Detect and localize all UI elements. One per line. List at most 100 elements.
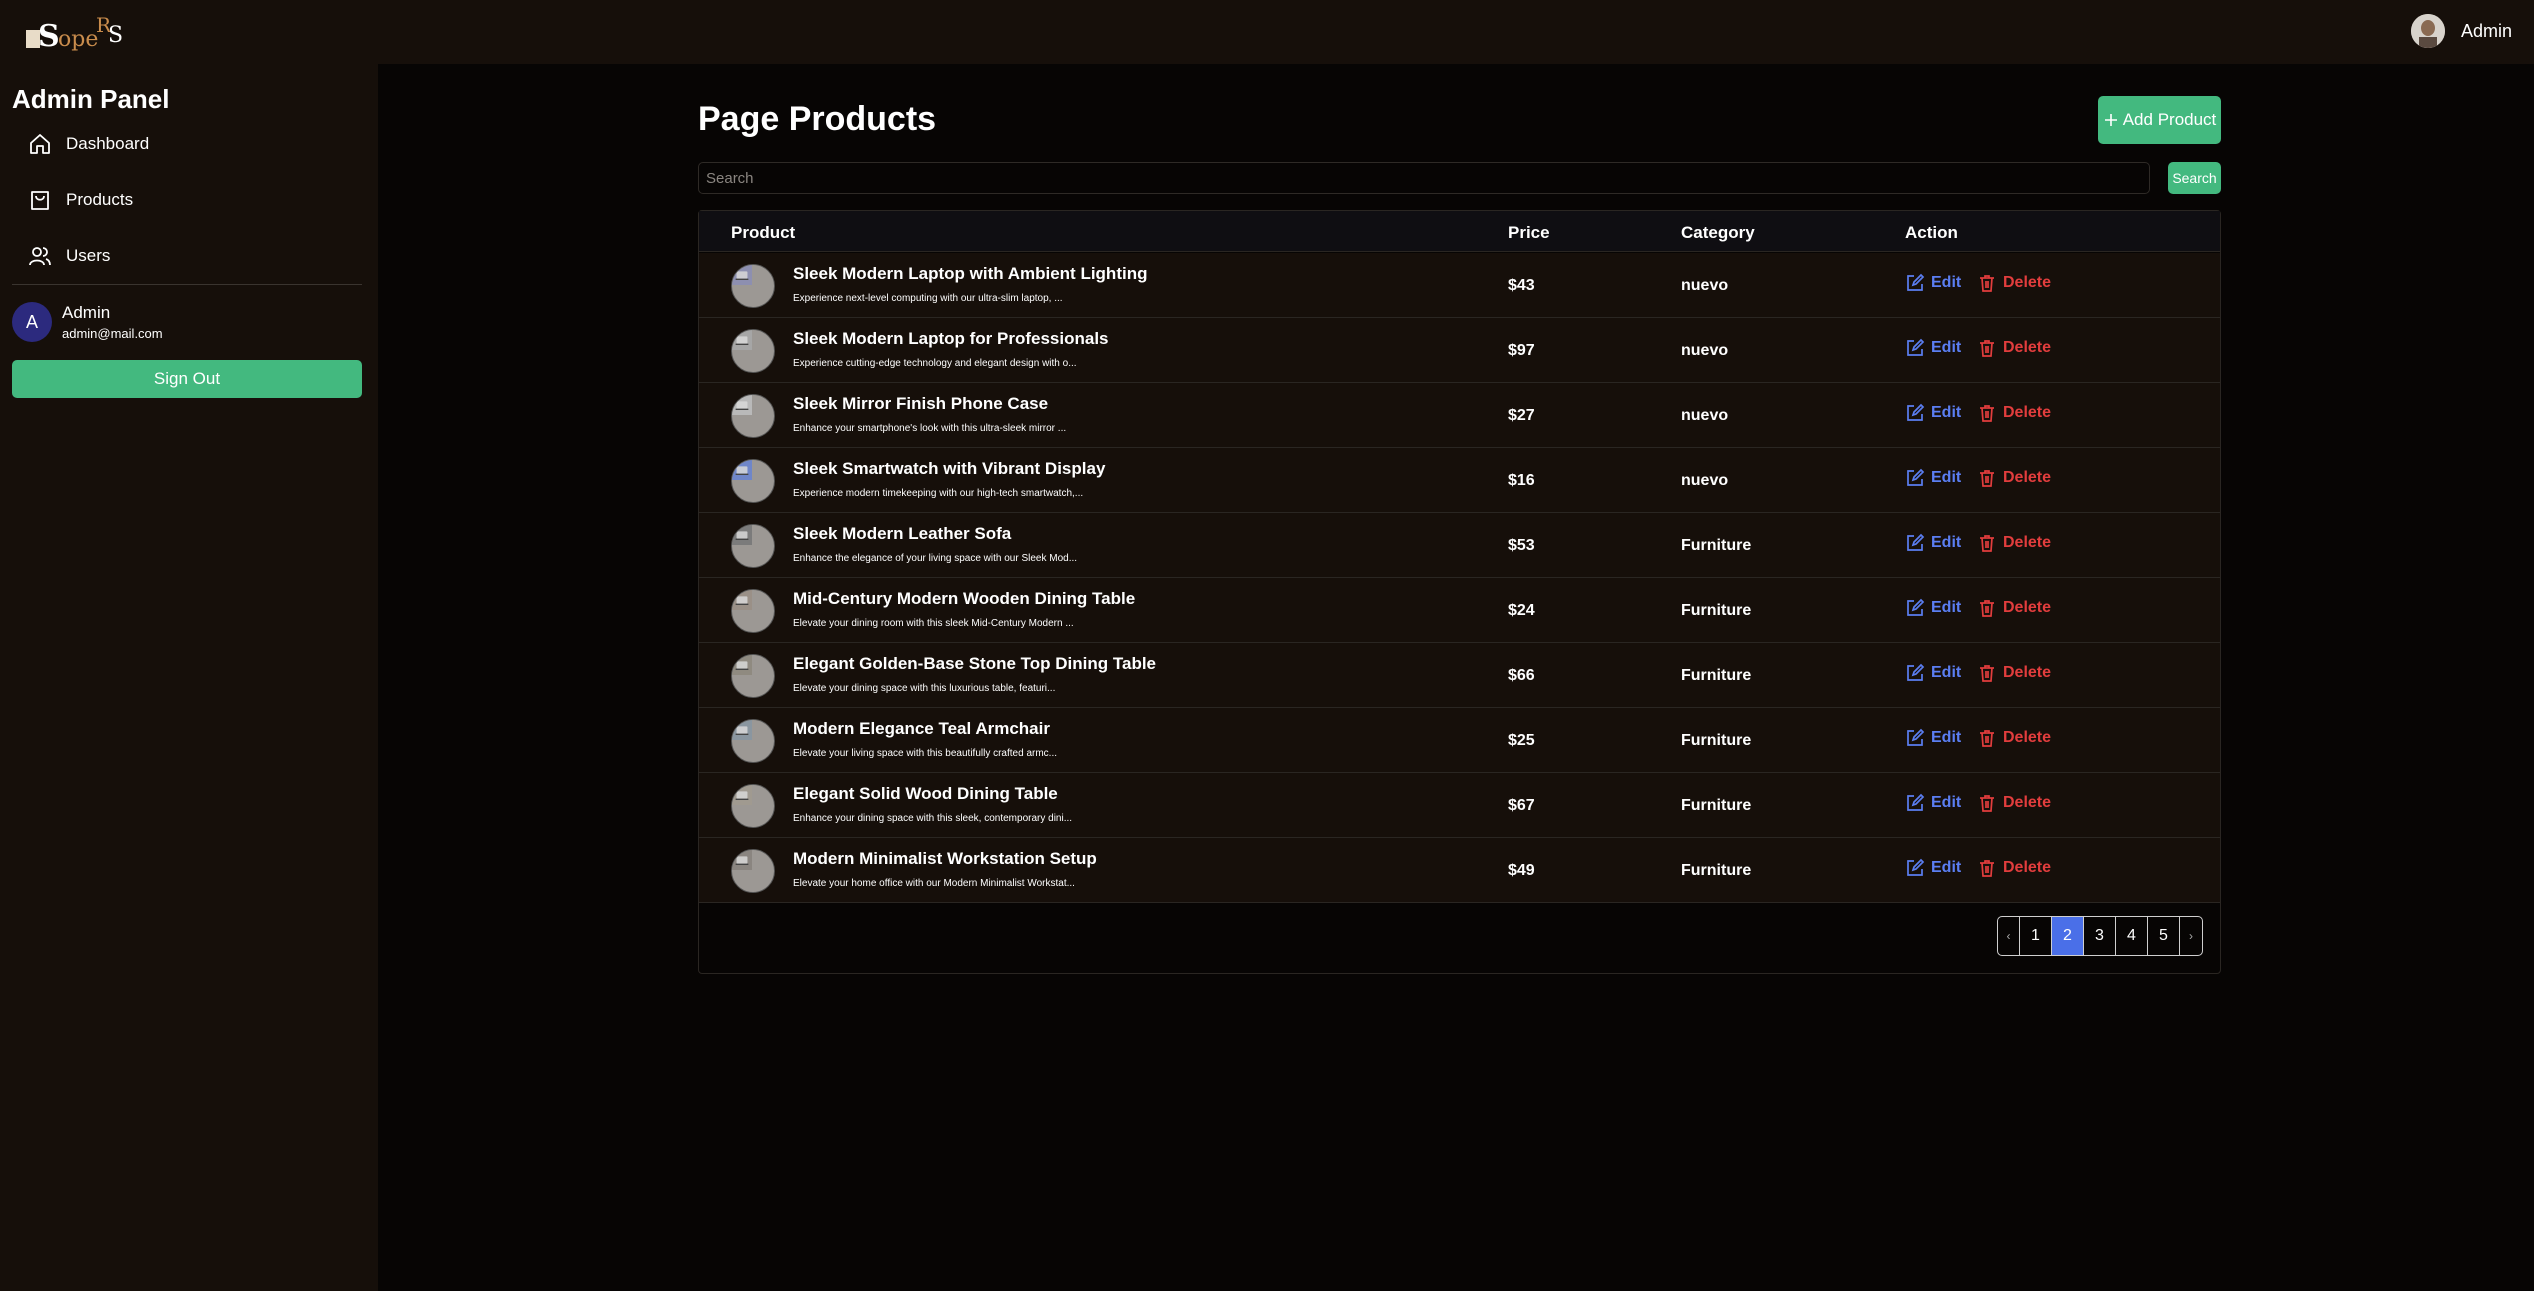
- product-category: nuevo: [1681, 277, 1729, 294]
- column-header-category: Category: [1681, 223, 1755, 242]
- add-product-label: Add Product: [2122, 110, 2217, 129]
- delete-button[interactable]: Delete: [1977, 468, 2051, 488]
- delete-button[interactable]: Delete: [1977, 793, 2051, 813]
- pagination-next[interactable]: ›: [2180, 917, 2202, 955]
- home-icon: [30, 134, 50, 154]
- edit-button[interactable]: Edit: [1905, 533, 1961, 553]
- product-thumbnail: [731, 784, 775, 828]
- pagination-page-3[interactable]: 3: [2084, 917, 2116, 955]
- edit-icon: [1907, 533, 1925, 551]
- product-category: nuevo: [1681, 342, 1729, 359]
- delete-button[interactable]: Delete: [1977, 663, 2051, 683]
- product-category: nuevo: [1681, 472, 1729, 489]
- edit-button[interactable]: Edit: [1905, 728, 1961, 748]
- product-description: Elevate your home office with our Modern…: [793, 878, 1075, 889]
- product-price: $97: [1508, 342, 1535, 359]
- sidebar-item-dashboard[interactable]: Dashboard: [28, 132, 149, 156]
- trash-icon: [1980, 860, 1994, 877]
- product-thumbnail: [731, 524, 775, 568]
- pagination-prev[interactable]: ‹: [1998, 917, 2020, 955]
- edit-label: Edit: [1931, 469, 1962, 486]
- delete-label: Delete: [2003, 469, 2052, 486]
- product-category: Furniture: [1681, 797, 1752, 814]
- delete-label: Delete: [2003, 859, 2052, 876]
- shopping-bag-icon: [31, 191, 49, 210]
- user-menu[interactable]: Admin: [2410, 14, 2512, 48]
- delete-button[interactable]: Delete: [1977, 533, 2051, 553]
- pagination-page-2[interactable]: 2: [2052, 917, 2084, 955]
- product-description: Enhance your dining space with this slee…: [793, 813, 1073, 824]
- trash-icon: [1980, 470, 1994, 487]
- product-price: $53: [1508, 537, 1535, 554]
- edit-button[interactable]: Edit: [1905, 273, 1961, 293]
- table-row: Sleek Smartwatch with Vibrant Display Exp…: [699, 448, 2220, 513]
- product-name: Sleek Modern Leather Sofa: [793, 524, 1012, 543]
- sidebar-title: Admin Panel: [12, 84, 170, 114]
- page-title: Page Products: [698, 100, 937, 138]
- add-product-button[interactable]: Add Product: [2098, 96, 2221, 144]
- delete-button[interactable]: Delete: [1977, 598, 2051, 618]
- product-thumbnail: [731, 394, 775, 438]
- table-row: Modern Minimalist Workstation Setup Eleva…: [699, 838, 2220, 903]
- column-header-product: Product: [731, 223, 796, 242]
- product-name: Sleek Modern Laptop for Professionals: [793, 329, 1109, 348]
- delete-button[interactable]: Delete: [1977, 728, 2051, 748]
- edit-label: Edit: [1931, 339, 1962, 356]
- product-name: Sleek Mirror Finish Phone Case: [793, 394, 1049, 413]
- svg-text:S: S: [38, 19, 60, 54]
- product-price: $16: [1508, 472, 1535, 489]
- product-thumbnail: [731, 264, 775, 308]
- edit-icon: [1907, 663, 1925, 681]
- edit-button[interactable]: Edit: [1905, 858, 1961, 878]
- product-category: Furniture: [1681, 667, 1752, 684]
- edit-button[interactable]: Edit: [1905, 663, 1961, 683]
- edit-button[interactable]: Edit: [1905, 598, 1961, 618]
- product-thumbnail: [731, 719, 775, 763]
- delete-label: Delete: [2003, 534, 2052, 551]
- pagination-page-4[interactable]: 4: [2116, 917, 2148, 955]
- users-icon: [29, 247, 51, 266]
- plus-icon: [2104, 114, 2117, 126]
- product-name: Elegant Solid Wood Dining Table: [793, 784, 1058, 803]
- edit-icon: [1907, 598, 1925, 616]
- search-input[interactable]: [698, 162, 2150, 194]
- sidebar-item-products[interactable]: Products: [28, 188, 133, 212]
- delete-label: Delete: [2003, 729, 2052, 746]
- edit-button[interactable]: Edit: [1905, 338, 1961, 358]
- product-description: Experience next-level computing with our…: [793, 293, 1063, 304]
- pagination-page-5[interactable]: 5: [2148, 917, 2180, 955]
- product-thumbnail: [731, 459, 775, 503]
- edit-button[interactable]: Edit: [1905, 403, 1961, 423]
- edit-icon: [1907, 858, 1925, 876]
- table-row: Sleek Modern Laptop for Professionals Exp…: [699, 318, 2220, 383]
- pagination: ‹ 1 2 3 4 5 ›: [1997, 916, 2203, 956]
- profile-avatar: A: [12, 302, 52, 342]
- profile-email: admin@mail.com: [62, 326, 163, 341]
- delete-button[interactable]: Delete: [1977, 858, 2051, 878]
- edit-label: Edit: [1931, 274, 1962, 291]
- pagination-page-1[interactable]: 1: [2020, 917, 2052, 955]
- product-price: $24: [1508, 602, 1535, 619]
- edit-button[interactable]: Edit: [1905, 468, 1961, 488]
- delete-button[interactable]: Delete: [1977, 338, 2051, 358]
- product-name: Elegant Golden-Base Stone Top Dining Tab…: [793, 654, 1157, 673]
- edit-label: Edit: [1931, 859, 1962, 876]
- shopers-logo[interactable]: S ope R S: [26, 10, 126, 54]
- sidebar-item-users[interactable]: Users: [28, 244, 110, 268]
- delete-label: Delete: [2003, 339, 2052, 356]
- product-description: Elevate your dining space with this luxu…: [793, 683, 1056, 694]
- user-avatar[interactable]: [2410, 14, 2445, 48]
- edit-icon: [1907, 728, 1925, 746]
- edit-button[interactable]: Edit: [1905, 793, 1961, 813]
- trash-icon: [1980, 275, 1994, 292]
- product-description: Experience cutting-edge technology and e…: [793, 358, 1077, 369]
- delete-button[interactable]: Delete: [1977, 273, 2051, 293]
- search-button[interactable]: Search: [2168, 162, 2221, 194]
- product-thumbnail: [731, 589, 775, 633]
- product-category: nuevo: [1681, 407, 1729, 424]
- sidebar-item-label: Products: [66, 190, 134, 209]
- product-category: Furniture: [1681, 537, 1752, 554]
- sign-out-button[interactable]: Sign Out: [12, 360, 362, 398]
- product-name: Sleek Smartwatch with Vibrant Display: [793, 459, 1106, 478]
- delete-button[interactable]: Delete: [1977, 403, 2051, 423]
